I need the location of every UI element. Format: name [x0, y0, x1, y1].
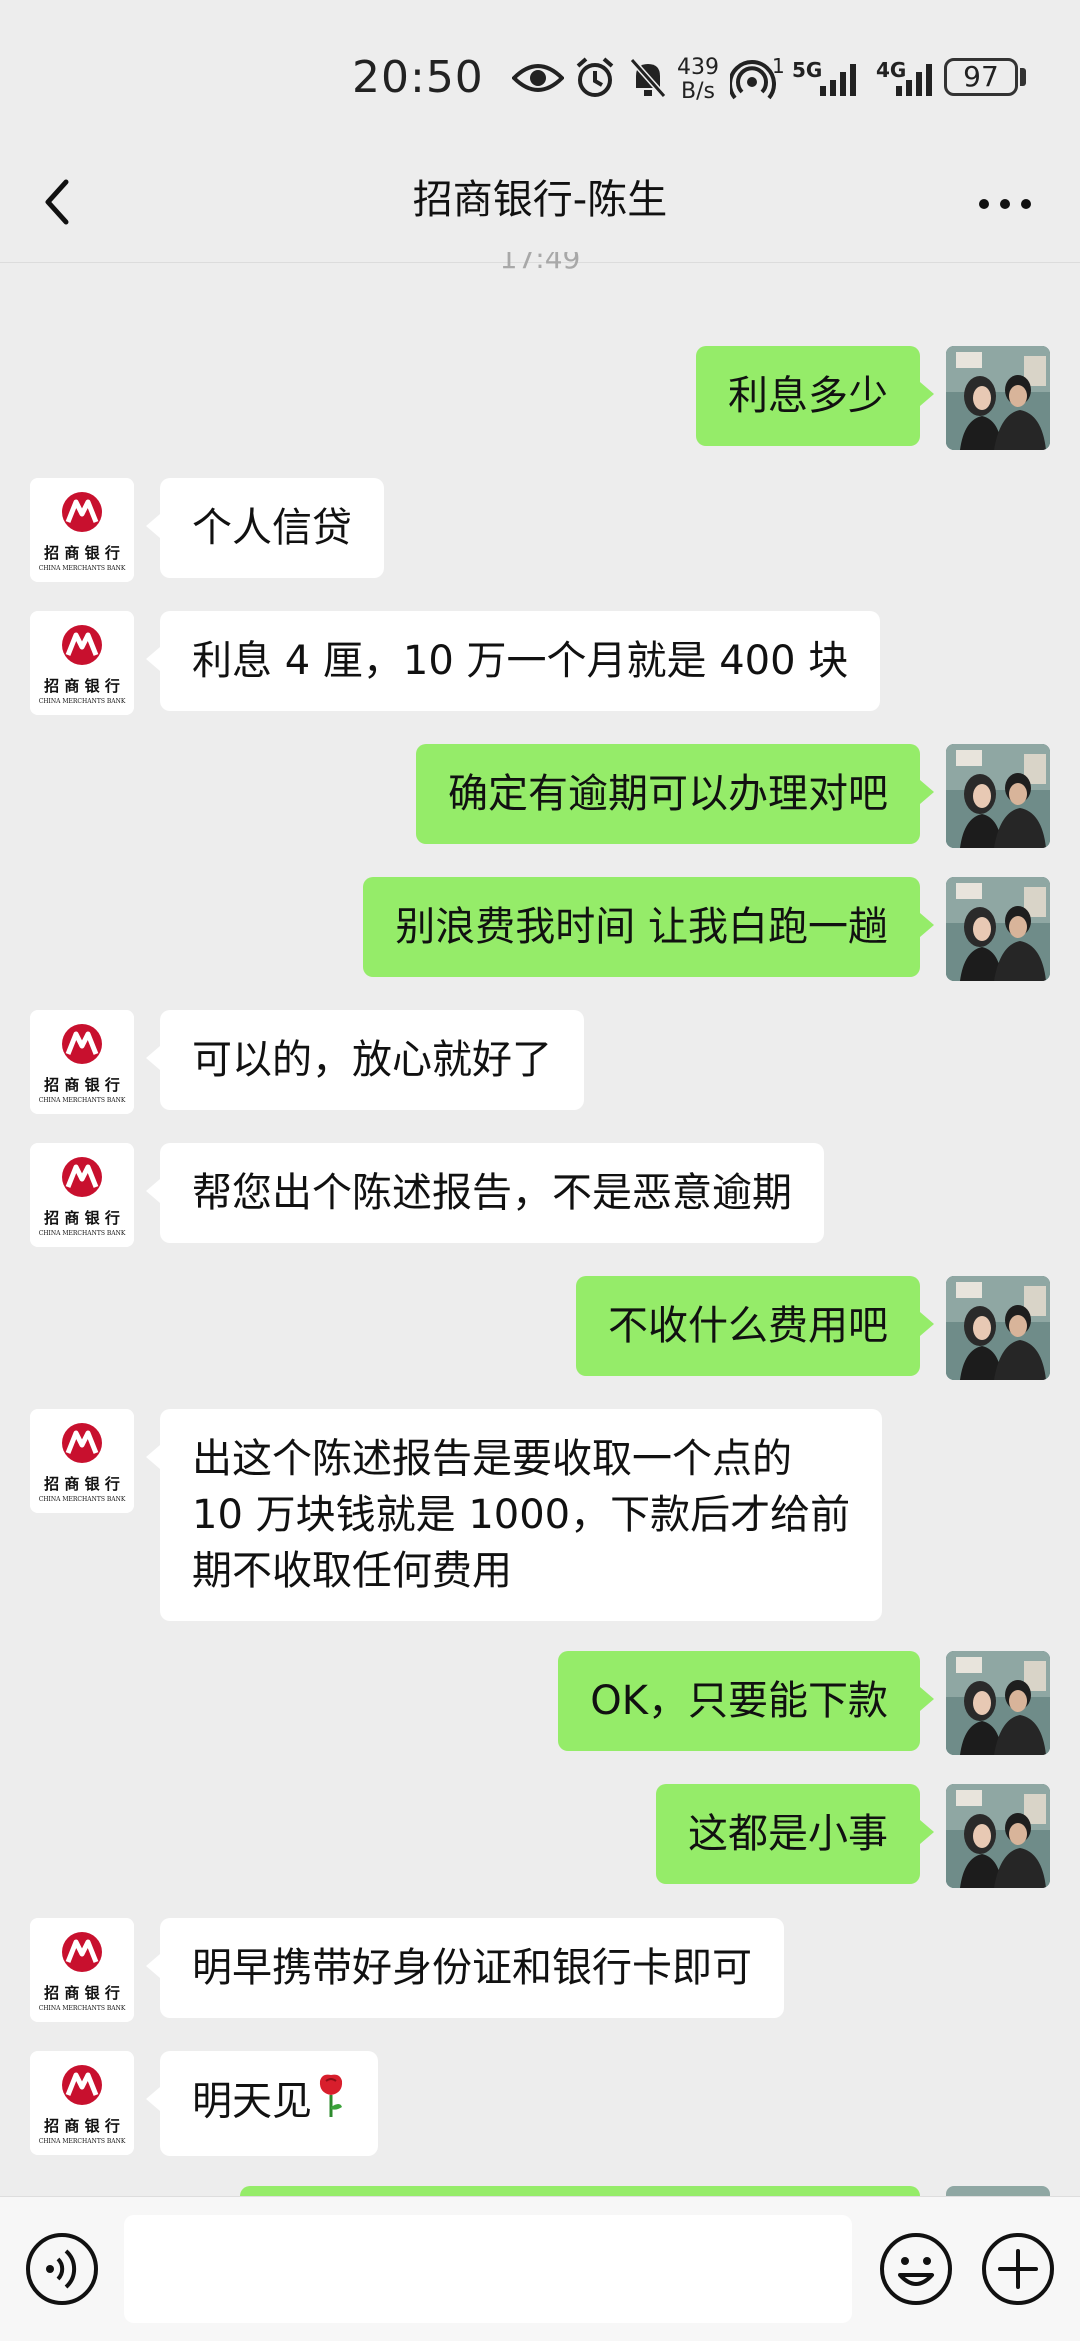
message-bubble[interactable]: 确定有逾期可以办理对吧 [416, 744, 934, 844]
outgoing-message: 这都是小事 [0, 1784, 1080, 1888]
my-avatar[interactable] [946, 1651, 1050, 1755]
my-avatar[interactable] [946, 744, 1050, 848]
bank-avatar[interactable] [30, 611, 134, 715]
message-bubble[interactable]: 出这个陈述报告是要收取一个点的 10 万块钱就是 1000，下款后才给前 期不收… [145, 1409, 883, 1621]
partial-outgoing-bubble [240, 2186, 920, 2196]
bank-avatar[interactable] [30, 1918, 134, 2022]
message-text: 别浪费我时间 让我白跑一趟 [395, 904, 888, 950]
message-timestamp: 17:49 [499, 252, 581, 275]
incoming-message: 利息 4 厘，10 万一个月就是 400 块 [0, 611, 1080, 715]
net-speed-unit: B/s [681, 79, 715, 104]
my-avatar[interactable] [946, 346, 1050, 450]
emoji-icon[interactable] [878, 2231, 954, 2307]
message-bubble[interactable]: 明早携带好身份证和银行卡即可 [146, 1918, 784, 2018]
bank-avatar[interactable] [30, 478, 134, 582]
message-text: 利息 4 厘，10 万一个月就是 400 块 [192, 638, 849, 684]
chat-header: 招商银行-陈生 [0, 150, 1080, 263]
message-text: 出这个陈述报告是要收取一个点的 10 万块钱就是 1000，下款后才给前 期不收… [192, 1436, 851, 1594]
message-text: 这都是小事 [688, 1811, 888, 1857]
status-bar: 20:50 439 B/s 1 5G 4G 97 [0, 0, 1080, 150]
message-bubble[interactable]: 这都是小事 [656, 1784, 934, 1884]
message-text: 个人信贷 [192, 505, 352, 551]
message-bubble[interactable]: 帮您出个陈述报告，不是恶意逾期 [146, 1143, 824, 1243]
message-text: 不收什么费用吧 [608, 1303, 888, 1349]
outgoing-message: OK，只要能下款 [0, 1651, 1080, 1755]
bank-avatar[interactable] [30, 1409, 134, 1513]
battery-icon: 97 [944, 58, 1018, 96]
hotspot-icon [730, 60, 776, 100]
bank-avatar[interactable] [30, 1010, 134, 1114]
status-time: 20:50 [352, 52, 484, 103]
net-speed-value: 439 [677, 55, 719, 80]
bank-avatar[interactable] [30, 2051, 134, 2155]
hotspot-count: 1 [772, 54, 785, 78]
message-bubble[interactable]: 利息多少 [696, 346, 934, 446]
message-text: 帮您出个陈述报告，不是恶意逾期 [192, 1170, 792, 1216]
signal-5g-icon [820, 64, 856, 96]
message-input[interactable] [124, 2215, 852, 2323]
outgoing-message: 确定有逾期可以办理对吧 [0, 744, 1080, 848]
chat-title: 招商银行-陈生 [412, 177, 668, 223]
outgoing-message: 别浪费我时间 让我白跑一趟 [0, 877, 1080, 981]
more-options-icon[interactable] [970, 172, 1040, 232]
plus-icon[interactable] [980, 2231, 1056, 2307]
bank-avatar[interactable] [30, 1143, 134, 1247]
alarm-icon [576, 57, 614, 97]
message-bubble[interactable]: OK，只要能下款 [558, 1651, 934, 1751]
message-text: 可以的，放心就好了 [192, 1037, 552, 1083]
voice-input-icon[interactable] [24, 2231, 100, 2307]
my-avatar[interactable] [946, 1276, 1050, 1380]
mute-bell-icon [629, 58, 667, 98]
message-bubble[interactable]: 个人信贷 [146, 478, 384, 578]
message-bubble[interactable]: 可以的，放心就好了 [146, 1010, 584, 1110]
signal-4g-icon [896, 64, 932, 96]
message-text: 确定有逾期可以办理对吧 [448, 771, 888, 817]
incoming-message: 个人信贷 [0, 478, 1080, 582]
my-avatar[interactable] [946, 877, 1050, 981]
eye-icon [512, 64, 564, 92]
input-bar [0, 2196, 1080, 2341]
partial-my-avatar [946, 2186, 1050, 2196]
battery-tip [1020, 68, 1026, 86]
my-avatar[interactable] [946, 1784, 1050, 1888]
incoming-message: 可以的，放心就好了 [0, 1010, 1080, 1114]
message-bubble[interactable]: 不收什么费用吧 [576, 1276, 934, 1376]
incoming-message: 明天见 [0, 2051, 1080, 2156]
incoming-message: 帮您出个陈述报告，不是恶意逾期 [0, 1143, 1080, 1247]
message-text: OK，只要能下款 [590, 1678, 888, 1724]
message-bubble[interactable]: 别浪费我时间 让我白跑一趟 [363, 877, 934, 977]
message-text: 明天见 [192, 2078, 312, 2125]
rose-icon [316, 2073, 346, 2134]
message-bubble[interactable]: 明天见 [146, 2051, 378, 2156]
outgoing-message: 不收什么费用吧 [0, 1276, 1080, 1380]
net-speed: 439 B/s [676, 56, 720, 104]
outgoing-message: 利息多少 [0, 346, 1080, 450]
message-bubble[interactable]: 利息 4 厘，10 万一个月就是 400 块 [145, 611, 881, 711]
message-text: 明早携带好身份证和银行卡即可 [192, 1945, 752, 1991]
message-text: 利息多少 [728, 373, 888, 419]
incoming-message: 明早携带好身份证和银行卡即可 [0, 1918, 1080, 2022]
battery-level: 97 [963, 60, 999, 93]
incoming-message: 出这个陈述报告是要收取一个点的 10 万块钱就是 1000，下款后才给前 期不收… [0, 1409, 1080, 1621]
